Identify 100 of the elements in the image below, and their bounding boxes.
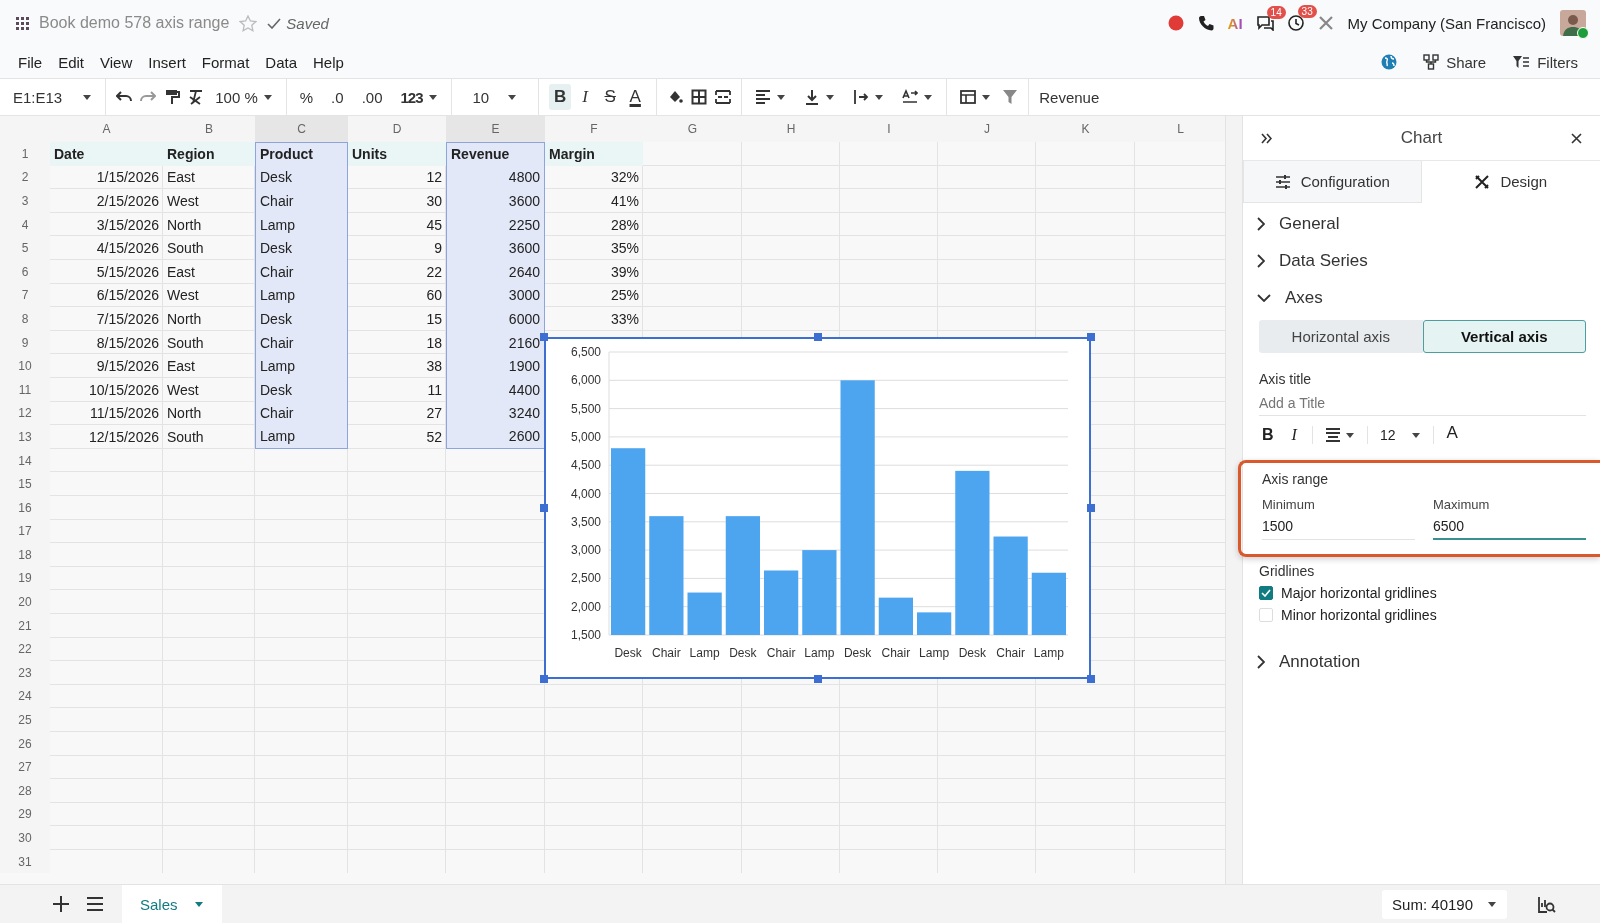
range-field[interactable]: Maximum 6500 bbox=[1433, 497, 1586, 540]
sheet-cell[interactable]: Chair bbox=[255, 401, 348, 426]
sheet-cell[interactable]: 35% bbox=[545, 236, 643, 260]
data-search-icon[interactable] bbox=[1537, 895, 1556, 913]
sheet-cell[interactable]: Chair bbox=[255, 259, 348, 284]
row-number[interactable]: 9 bbox=[0, 330, 50, 355]
resize-handle[interactable] bbox=[540, 333, 548, 341]
sheet-cell[interactable]: 5/15/2026 bbox=[50, 259, 163, 284]
sheet-cell[interactable]: 2/15/2026 bbox=[50, 189, 163, 213]
menu-item[interactable]: Data bbox=[257, 50, 305, 74]
row-number[interactable]: 23 bbox=[0, 661, 50, 685]
resize-handle[interactable] bbox=[540, 504, 548, 512]
sheet-cell[interactable]: East bbox=[163, 354, 255, 378]
sheet-list-icon[interactable] bbox=[86, 896, 104, 912]
checkbox-label[interactable]: Major horizontal gridlines bbox=[1281, 585, 1437, 601]
sheet-cell[interactable]: 45 bbox=[348, 212, 446, 237]
sheet-cell[interactable]: 30 bbox=[348, 189, 446, 213]
section-header[interactable]: Data Series bbox=[1243, 242, 1600, 279]
row-number[interactable]: 11 bbox=[0, 377, 50, 402]
font-size-selector[interactable]: 12 bbox=[1379, 427, 1422, 443]
column-header[interactable]: A bbox=[50, 116, 163, 142]
align-icon[interactable] bbox=[1324, 427, 1341, 443]
row-number[interactable]: 30 bbox=[0, 826, 50, 850]
row-number[interactable]: 28 bbox=[0, 779, 50, 803]
sheet-cell[interactable]: 38 bbox=[348, 354, 446, 378]
section-header[interactable]: Annotation bbox=[1243, 643, 1600, 680]
sheet-cell[interactable]: 7/15/2026 bbox=[50, 307, 163, 331]
sheet-cell[interactable]: 12 bbox=[348, 165, 446, 190]
paint-roller-icon[interactable] bbox=[164, 89, 181, 105]
column-title-cell[interactable]: Date bbox=[50, 142, 163, 166]
row-number[interactable]: 25 bbox=[0, 708, 50, 732]
add-sheet-icon[interactable] bbox=[52, 895, 70, 913]
filters-button[interactable]: Filters bbox=[1512, 53, 1578, 71]
resize-handle[interactable] bbox=[1087, 675, 1095, 683]
text-style-button[interactable]: I bbox=[574, 84, 597, 110]
panel-tab[interactable]: Configuration bbox=[1243, 161, 1422, 203]
sheet-cell[interactable]: 8/15/2026 bbox=[50, 330, 163, 355]
sheet-cell[interactable]: Lamp bbox=[255, 425, 348, 449]
sheet-cell[interactable]: 6000 bbox=[446, 307, 545, 331]
sheet-cell[interactable]: 10/15/2026 bbox=[50, 377, 163, 402]
star-icon[interactable] bbox=[239, 14, 258, 32]
column-header[interactable]: F bbox=[545, 116, 643, 142]
sheet-cell[interactable]: 32% bbox=[545, 165, 643, 190]
merge-cells-icon[interactable] bbox=[715, 89, 732, 105]
resize-handle[interactable] bbox=[540, 675, 548, 683]
row-number[interactable]: 14 bbox=[0, 448, 50, 473]
sheet-cell[interactable]: 12/15/2026 bbox=[50, 425, 163, 449]
close-icon[interactable] bbox=[1571, 132, 1582, 144]
sheet-cell[interactable]: North bbox=[163, 307, 255, 331]
checkbox[interactable] bbox=[1259, 586, 1273, 600]
number-format-button[interactable]: .00 bbox=[358, 85, 386, 109]
menu-item[interactable]: Help bbox=[305, 50, 352, 74]
number-format-button[interactable]: % bbox=[296, 85, 317, 109]
sheet-cell[interactable]: 2250 bbox=[446, 212, 545, 237]
sheet-cell[interactable]: 27 bbox=[348, 401, 446, 426]
resize-handle[interactable] bbox=[1087, 504, 1095, 512]
text-color-button[interactable]: A bbox=[1446, 423, 1458, 443]
sheet-cell[interactable]: 3/15/2026 bbox=[50, 212, 163, 237]
row-number[interactable]: 20 bbox=[0, 590, 50, 614]
row-number[interactable]: 22 bbox=[0, 637, 50, 662]
column-title-cell[interactable]: Units bbox=[348, 142, 446, 166]
phone-icon[interactable] bbox=[1197, 15, 1214, 31]
row-number[interactable]: 17 bbox=[0, 519, 50, 544]
sheet-cell[interactable]: West bbox=[163, 377, 255, 402]
menu-item[interactable]: File bbox=[10, 50, 51, 74]
clock-icon[interactable] bbox=[1287, 15, 1304, 31]
sheet-cell[interactable]: South bbox=[163, 330, 255, 355]
sheet-cell[interactable]: North bbox=[163, 401, 255, 426]
row-number[interactable]: 27 bbox=[0, 755, 50, 780]
row-number[interactable]: 6 bbox=[0, 259, 50, 284]
menu-item[interactable]: View bbox=[92, 50, 141, 74]
range-selector[interactable]: E1:E13 bbox=[10, 85, 96, 109]
column-header[interactable]: H bbox=[742, 116, 840, 142]
sheet-cell[interactable]: South bbox=[163, 425, 255, 449]
share-button[interactable]: Share bbox=[1423, 53, 1487, 71]
sheet-cell[interactable]: Desk bbox=[255, 307, 348, 331]
table-icon[interactable] bbox=[960, 89, 977, 105]
sheet-cell[interactable]: 1900 bbox=[446, 354, 545, 378]
column-header[interactable]: J bbox=[938, 116, 1036, 142]
checkbox-label[interactable]: Minor horizontal gridlines bbox=[1281, 607, 1437, 623]
row-number[interactable]: 18 bbox=[0, 543, 50, 567]
column-title-cell[interactable]: Region bbox=[163, 142, 255, 166]
sheet-cell[interactable]: East bbox=[163, 165, 255, 190]
sheet-cell[interactable]: 39% bbox=[545, 259, 643, 284]
menu-item[interactable]: Format bbox=[193, 50, 258, 74]
apps-grid-icon[interactable] bbox=[16, 16, 29, 30]
column-title-cell[interactable]: Revenue bbox=[446, 142, 545, 166]
sheet-tab[interactable]: Sales bbox=[122, 885, 222, 923]
column-header[interactable]: B bbox=[163, 116, 255, 142]
sheet-cell[interactable]: 3600 bbox=[446, 189, 545, 213]
range-field[interactable]: Minimum 1500 bbox=[1262, 497, 1415, 540]
row-number[interactable]: 10 bbox=[0, 354, 50, 378]
row-number[interactable]: 19 bbox=[0, 566, 50, 591]
text-style-button[interactable]: S bbox=[599, 84, 622, 110]
sheet-cell[interactable]: 18 bbox=[348, 330, 446, 355]
row-number[interactable]: 7 bbox=[0, 283, 50, 308]
sheet-cell[interactable]: 25% bbox=[545, 283, 643, 308]
menu-item[interactable]: Insert bbox=[140, 50, 194, 74]
avatar-icon[interactable] bbox=[1560, 10, 1586, 36]
row-number[interactable]: 2 bbox=[0, 165, 50, 190]
